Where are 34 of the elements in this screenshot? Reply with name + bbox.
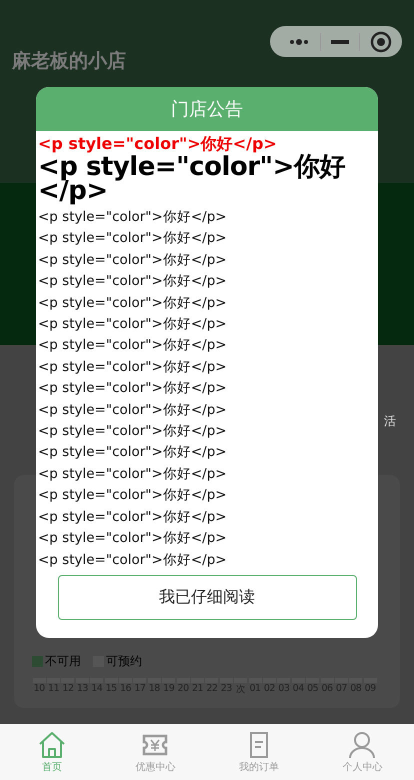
notice-text: <p style="color">你好</p>: [38, 379, 227, 398]
notice-text: <p style="color">你好</p>: [38, 294, 227, 313]
dialog-title: 门店公告: [171, 98, 243, 121]
tab[interactable]: 优惠中心: [104, 724, 207, 780]
tab[interactable]: 我的订单: [207, 724, 310, 780]
notice-text: <p style="color">你好</p>: [38, 133, 277, 155]
notice-text: <p style="color">你好</p>: [38, 529, 227, 548]
notice-text: <p style="color">你好</p>: [38, 550, 227, 570]
close-icon[interactable]: [370, 30, 392, 52]
minimize-icon[interactable]: [331, 40, 349, 44]
notice-text: <p style="color">你好</p>: [38, 315, 227, 334]
notice-text: <p style="color">你好</p>: [38, 208, 227, 227]
more-icon[interactable]: [288, 36, 310, 46]
user-icon: [347, 730, 378, 758]
confirm-button[interactable]: 我已仔细阅读: [58, 574, 356, 620]
notice-text: <p style="color">你好</p>: [38, 250, 227, 270]
page-title: 麻老板的小店: [12, 49, 126, 74]
notice-text: <p style="color">你好</p>: [38, 358, 227, 377]
notice-text: <p style="color">你好</p>: [38, 400, 227, 420]
legend-label: 不可用: [45, 653, 81, 670]
tab[interactable]: 首页: [0, 724, 104, 780]
notice-text: <p style="color">你好</p>: [38, 422, 227, 442]
notice-text: <p style="color">你好</p>: [38, 443, 227, 462]
notice-text: <p style="color">你好</p>: [38, 155, 346, 207]
legend-label: 可预约: [106, 653, 142, 670]
notice-text: <p style="color">你好</p>: [38, 229, 227, 248]
side-label: 活: [384, 413, 396, 430]
notice-text: <p style="color">你好</p>: [38, 508, 227, 527]
notice-text: <p style="color">你好</p>: [38, 272, 227, 292]
notice-text: <p style="color">你好</p>: [38, 486, 227, 506]
home-icon: [36, 730, 67, 758]
tab[interactable]: 个人中心: [310, 724, 414, 780]
notice-text: <p style="color">你好</p>: [38, 336, 227, 356]
notice-text: <p style="color">你好</p>: [38, 464, 227, 484]
